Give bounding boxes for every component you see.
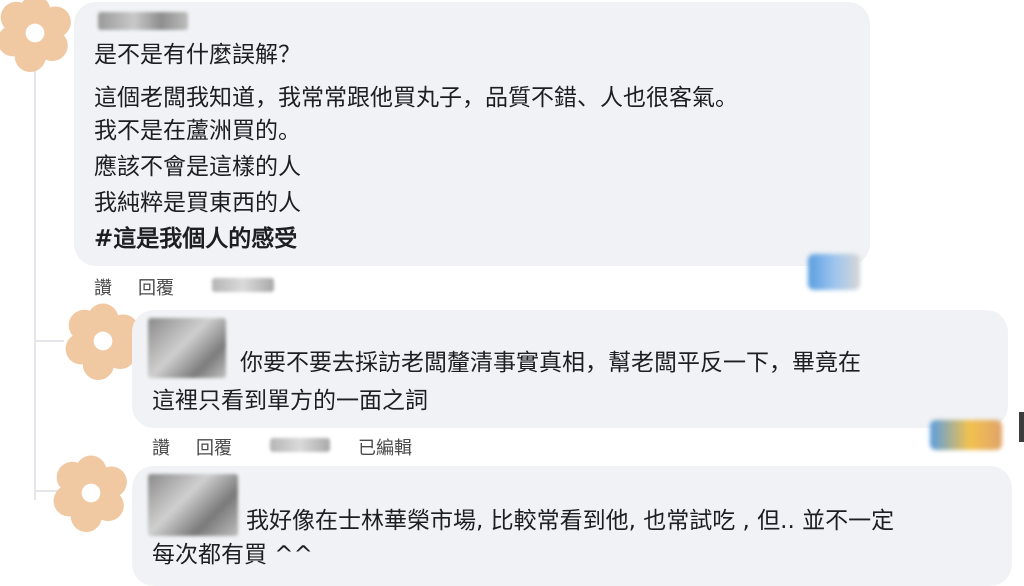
comment-text: 這裡只看到單方的一面之詞 xyxy=(152,388,428,414)
commenter-name-blurred[interactable] xyxy=(148,474,238,536)
comment-actions: 讚 回覆 xyxy=(94,274,294,300)
comment-text: 我不是在蘆洲買的。 xyxy=(94,118,301,144)
comment-text: 每次都有買 ^^ xyxy=(152,542,313,568)
comment-text: 應該不會是這樣的人 xyxy=(94,154,301,180)
reaction-count[interactable] xyxy=(808,254,860,290)
reply-link[interactable]: 回覆 xyxy=(138,274,174,300)
comment-text: 這個老闆我知道，我常常跟他買丸子，品質不錯、人也很客氣。 xyxy=(94,85,738,111)
comment-text: 是不是有什麼誤解？ xyxy=(94,42,301,68)
like-link[interactable]: 讚 xyxy=(152,434,170,460)
comment-bubble: 我好像在士林華榮市場, 比較常看到他, 也常試吃 , 但.. 並不一定 每次都有… xyxy=(132,466,1012,586)
thread-line xyxy=(34,60,36,500)
flower-avatar-icon[interactable] xyxy=(0,0,74,72)
reaction-count[interactable] xyxy=(930,420,1002,450)
hashtag-link[interactable]: #這是我個人的感受 xyxy=(94,222,297,256)
like-link[interactable]: 讚 xyxy=(94,274,112,300)
thread-branch xyxy=(34,340,64,342)
commenter-name-blurred[interactable] xyxy=(98,12,188,30)
scrollbar[interactable] xyxy=(1019,412,1024,442)
flower-avatar-icon[interactable] xyxy=(52,454,130,532)
timestamp-blurred[interactable] xyxy=(212,278,274,292)
timestamp-blurred[interactable] xyxy=(270,438,330,452)
comment-text: 你要不要去採訪老闆釐清事實真相，幫老闆平反一下，畢竟在 xyxy=(240,350,861,376)
flower-avatar-icon[interactable] xyxy=(64,302,142,380)
reply-link[interactable]: 回覆 xyxy=(196,434,232,460)
comment-actions: 讚 回覆 已編輯 xyxy=(152,434,452,460)
comment-bubble: 是不是有什麼誤解？ 這個老闆我知道，我常常跟他買丸子，品質不錯、人也很客氣。 我… xyxy=(74,2,870,266)
edited-label[interactable]: 已編輯 xyxy=(358,434,412,460)
comment-text: 我純粹是買東西的人 xyxy=(94,190,301,216)
comment-text: 我好像在士林華榮市場, 比較常看到他, 也常試吃 , 但.. 並不一定 xyxy=(246,508,895,534)
commenter-name-blurred[interactable] xyxy=(148,318,226,378)
comment-bubble: 你要不要去採訪老闆釐清事實真相，幫老闆平反一下，畢竟在 這裡只看到單方的一面之詞 xyxy=(132,310,1008,428)
